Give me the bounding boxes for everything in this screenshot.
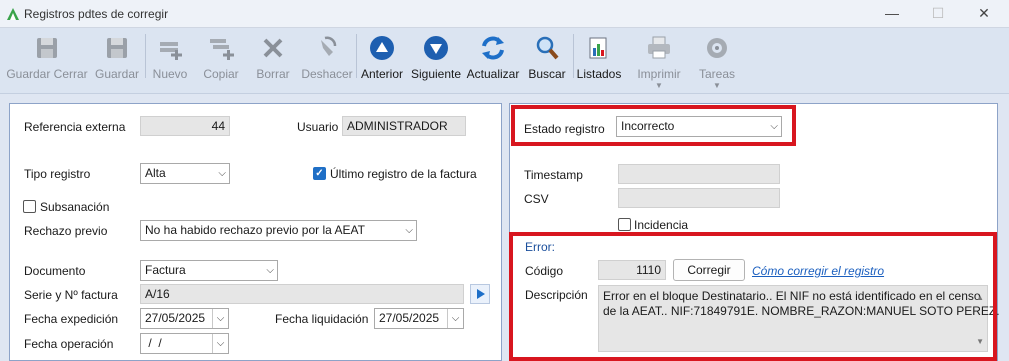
left-panel: Referencia externa 44 Usuario ADMINISTRA… [9,103,502,361]
fecha-operacion-label: Fecha operación [24,337,114,351]
incidencia-label: Incidencia [634,218,689,232]
arrow-up-icon [370,36,394,60]
refresh-icon [482,36,504,60]
referencia-field[interactable]: 44 [140,116,230,136]
app-icon [7,8,19,20]
imprimir-button[interactable]: Imprimir ▼ [632,30,686,92]
chevron-down-icon: ⌵ [447,309,463,328]
tipo-registro-label: Tipo registro [24,167,91,181]
csv-field[interactable] [618,188,780,208]
chevron-down-icon: ▼ [655,81,663,90]
rechazo-previo-select[interactable]: No ha habido rechazo previo por la AEAT ⌵ [140,220,417,241]
deshacer-button[interactable]: Deshacer [300,30,354,92]
printer-icon [648,36,670,59]
copiar-button[interactable]: Copiar [199,30,243,92]
timestamp-field[interactable] [618,164,780,184]
chevron-down-icon: ⌵ [218,168,226,179]
listados-button[interactable]: Listados [576,30,622,92]
tipo-registro-select[interactable]: Alta ⌵ [140,163,230,184]
toolbar: Guardar Cerrar Guardar Nuevo Copiar Borr… [0,28,1009,94]
copy-icon [210,39,234,60]
play-icon [477,289,485,299]
error-highlight-box [509,232,997,361]
guardar-button[interactable]: Guardar [92,30,142,92]
undo-icon [321,36,337,56]
title-bar: Registros pdtes de corregir — ☐ ✕ [0,0,1009,28]
save-close-icon [37,38,57,58]
subsanacion-label: Subsanación [40,200,110,214]
fecha-expedicion-label: Fecha expedición [24,312,119,326]
documento-label: Documento [24,264,86,278]
actualizar-button[interactable]: Actualizar [465,30,521,92]
fecha-liquidacion-label: Fecha liquidación [275,312,369,326]
buscar-button[interactable]: Buscar [526,30,568,92]
siguiente-button[interactable]: Siguiente [409,30,463,92]
fecha-expedicion-field[interactable]: 27/05/2025 ⌵ [140,308,229,329]
window-title: Registros pdtes de corregir [24,7,169,21]
chevron-down-icon: ⌵ [212,309,228,328]
fecha-liquidacion-field[interactable]: 27/05/2025 ⌵ [374,308,464,329]
subsanacion-checkbox[interactable] [23,200,36,213]
estado-highlight-box [511,105,796,146]
search-icon [536,36,559,60]
incidencia-checkbox[interactable] [618,218,631,231]
toolbar-separator [145,34,146,78]
toolbar-separator [573,34,574,78]
report-icon [589,37,607,59]
borrar-button[interactable]: Borrar [252,30,294,92]
documento-select[interactable]: Factura ⌵ [140,260,278,281]
delete-icon [263,38,283,58]
maximize-button[interactable]: ☐ [918,2,958,26]
fecha-operacion-field[interactable]: / / ⌵ [140,333,229,354]
chevron-down-icon: ▼ [713,81,721,90]
gear-icon [707,38,727,58]
toolbar-separator [356,34,357,78]
new-icon [160,42,182,60]
close-button[interactable]: ✕ [964,2,1004,26]
serie-field[interactable]: A/16 [140,284,464,304]
guardar-cerrar-button[interactable]: Guardar Cerrar [4,30,90,92]
ultimo-registro-checkbox[interactable]: ✓ [313,167,326,180]
minimize-button[interactable]: — [872,2,912,26]
usuario-field[interactable]: ADMINISTRADOR [342,116,466,136]
rechazo-previo-label: Rechazo previo [24,224,108,238]
csv-label: CSV [524,192,549,206]
anterior-button[interactable]: Anterior [358,30,406,92]
ultimo-registro-label: Último registro de la factura [330,167,477,181]
timestamp-label: Timestamp [524,168,583,182]
nuevo-button[interactable]: Nuevo [149,30,191,92]
save-icon [107,38,127,58]
play-button[interactable] [470,284,490,304]
chevron-down-icon: ⌵ [266,265,274,276]
chevron-down-icon: ⌵ [405,225,413,236]
usuario-label: Usuario [297,120,339,134]
serie-label: Serie y Nº factura [24,288,118,302]
referencia-label: Referencia externa [24,120,126,134]
tareas-button[interactable]: Tareas ▼ [694,30,740,92]
arrow-down-icon [424,36,448,60]
chevron-down-icon: ⌵ [212,334,228,353]
